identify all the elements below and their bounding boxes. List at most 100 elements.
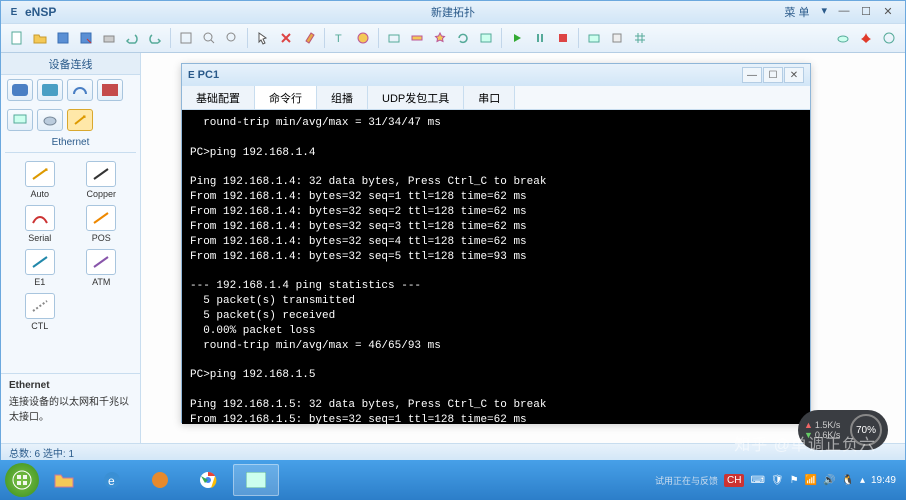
pc-tabs: 基础配置 命令行 组播 UDP发包工具 串口: [182, 86, 810, 110]
svg-text:e: e: [108, 474, 115, 488]
category-label: Ethernet: [1, 135, 140, 150]
upload-speed: 1.5K/s: [815, 420, 841, 430]
info-panel: Ethernet 连接设备的以太网和千兆以太接口。: [1, 373, 140, 443]
watermark: 知乎 @单调正负六: [734, 431, 876, 455]
cable-auto[interactable]: [25, 161, 55, 187]
saveas-icon[interactable]: [76, 28, 96, 48]
topology-canvas[interactable]: E PC1 — ☐ ✕ 基础配置 命令行 组播 UDP发包工具 串口 round…: [141, 53, 905, 443]
tray-penguin-icon[interactable]: 🐧: [841, 475, 853, 486]
zoomfit-icon[interactable]: [176, 28, 196, 48]
toolbar-separator: [324, 28, 325, 48]
save-icon[interactable]: [53, 28, 73, 48]
rect-icon[interactable]: [384, 28, 404, 48]
tab-udp-tool[interactable]: UDP发包工具: [368, 86, 464, 109]
status-text: 总数: 6 选中: 1: [9, 445, 74, 460]
tab-serial[interactable]: 串口: [464, 86, 515, 109]
minimize-button[interactable]: —: [833, 2, 855, 20]
pc-close-button[interactable]: ✕: [784, 67, 804, 83]
cable-ctl[interactable]: [25, 293, 55, 319]
delete-icon[interactable]: [276, 28, 296, 48]
cloud-category-icon[interactable]: [37, 109, 63, 131]
select-icon[interactable]: [253, 28, 273, 48]
cable-pos[interactable]: [86, 205, 116, 231]
tray-more-icon[interactable]: ▴: [860, 475, 865, 486]
cable-grid: Auto Copper Serial POS E1 ATM CTL: [1, 155, 140, 337]
switch-category-icon[interactable]: [37, 79, 63, 101]
play-icon[interactable]: [507, 28, 527, 48]
sidebar: 设备连线 Ethernet Auto Copper Serial POS E1 …: [1, 53, 141, 443]
ruler-icon[interactable]: [407, 28, 427, 48]
task-player[interactable]: [137, 464, 183, 496]
task-ie[interactable]: e: [89, 464, 135, 496]
terminal-output[interactable]: round-trip min/avg/max = 31/34/47 ms PC>…: [182, 110, 810, 424]
info-description: 连接设备的以太网和千兆以太接口。: [9, 393, 132, 423]
pc-terminal-window: E PC1 — ☐ ✕ 基础配置 命令行 组播 UDP发包工具 串口 round…: [181, 63, 811, 423]
pc-minimize-button[interactable]: —: [742, 67, 762, 83]
main-toolbar: T: [1, 23, 905, 53]
titlebar: E eNSP 新建拓扑 菜 单 ▾ — ☐ ✕: [1, 1, 905, 23]
toolbar-separator: [247, 28, 248, 48]
tray-volume-icon[interactable]: 🔊: [823, 475, 835, 486]
sidebar-header: 设备连线: [1, 53, 140, 75]
help-icon[interactable]: [879, 28, 899, 48]
menu-button[interactable]: 菜 单: [778, 2, 815, 22]
wlan-category-icon[interactable]: [67, 79, 93, 101]
star-icon[interactable]: [430, 28, 450, 48]
ime-status[interactable]: 试用正在与反馈: [655, 474, 718, 487]
huawei-icon[interactable]: [856, 28, 876, 48]
menu-dropdown-icon[interactable]: ▾: [815, 2, 833, 22]
zoomin-icon[interactable]: [199, 28, 219, 48]
new-icon[interactable]: [7, 28, 27, 48]
cable-serial[interactable]: [25, 205, 55, 231]
broom-icon[interactable]: [299, 28, 319, 48]
firewall-category-icon[interactable]: [97, 79, 123, 101]
pc-maximize-button[interactable]: ☐: [763, 67, 783, 83]
pc-window-title: PC1: [198, 69, 219, 81]
device-category-row-2: [1, 105, 140, 135]
tray-network-icon[interactable]: 📶: [805, 475, 817, 486]
stop-icon[interactable]: [553, 28, 573, 48]
tab-basic-config[interactable]: 基础配置: [182, 86, 255, 109]
task-chrome[interactable]: [185, 464, 231, 496]
text-icon[interactable]: T: [330, 28, 350, 48]
app-name: eNSP: [25, 5, 56, 19]
tray-shield-icon[interactable]: 🛡: [771, 475, 784, 486]
router-category-icon[interactable]: [7, 79, 33, 101]
capture-icon[interactable]: [584, 28, 604, 48]
tray-time[interactable]: 19:49: [871, 475, 896, 486]
zoomout-icon[interactable]: [222, 28, 242, 48]
document-title: 新建拓扑: [431, 4, 475, 20]
app-logo-icon: E: [7, 5, 21, 19]
redo-icon[interactable]: [145, 28, 165, 48]
print-icon[interactable]: [99, 28, 119, 48]
cable-e1[interactable]: [25, 249, 55, 275]
undo-icon[interactable]: [122, 28, 142, 48]
pc-titlebar[interactable]: E PC1 — ☐ ✕: [182, 64, 810, 86]
refresh-icon[interactable]: [453, 28, 473, 48]
pause-icon[interactable]: [530, 28, 550, 48]
task-explorer[interactable]: [41, 464, 87, 496]
arrow-up-icon: ▲: [804, 420, 813, 430]
maximize-button[interactable]: ☐: [855, 2, 877, 20]
pc-category-icon[interactable]: [7, 109, 33, 131]
start-button[interactable]: [5, 463, 39, 497]
tray-flag-icon[interactable]: ⚑: [790, 475, 799, 486]
window-icon[interactable]: [476, 28, 496, 48]
task-app[interactable]: [233, 464, 279, 496]
tab-command-line[interactable]: 命令行: [255, 86, 317, 109]
cable-atm[interactable]: [86, 249, 116, 275]
connection-category-icon[interactable]: [67, 109, 93, 131]
tray-ch-icon[interactable]: CH: [724, 474, 744, 487]
grid-icon[interactable]: [630, 28, 650, 48]
cable-copper[interactable]: [86, 161, 116, 187]
close-button[interactable]: ✕: [877, 2, 899, 20]
tray-keyboard-icon[interactable]: ⌨: [750, 475, 764, 486]
open-icon[interactable]: [30, 28, 50, 48]
toolbar-separator: [578, 28, 579, 48]
pc-logo-icon: E: [188, 70, 195, 81]
palette-icon[interactable]: [353, 28, 373, 48]
svg-text:T: T: [335, 33, 342, 45]
server-icon[interactable]: [607, 28, 627, 48]
tab-multicast[interactable]: 组播: [317, 86, 368, 109]
cloud-icon[interactable]: [833, 28, 853, 48]
